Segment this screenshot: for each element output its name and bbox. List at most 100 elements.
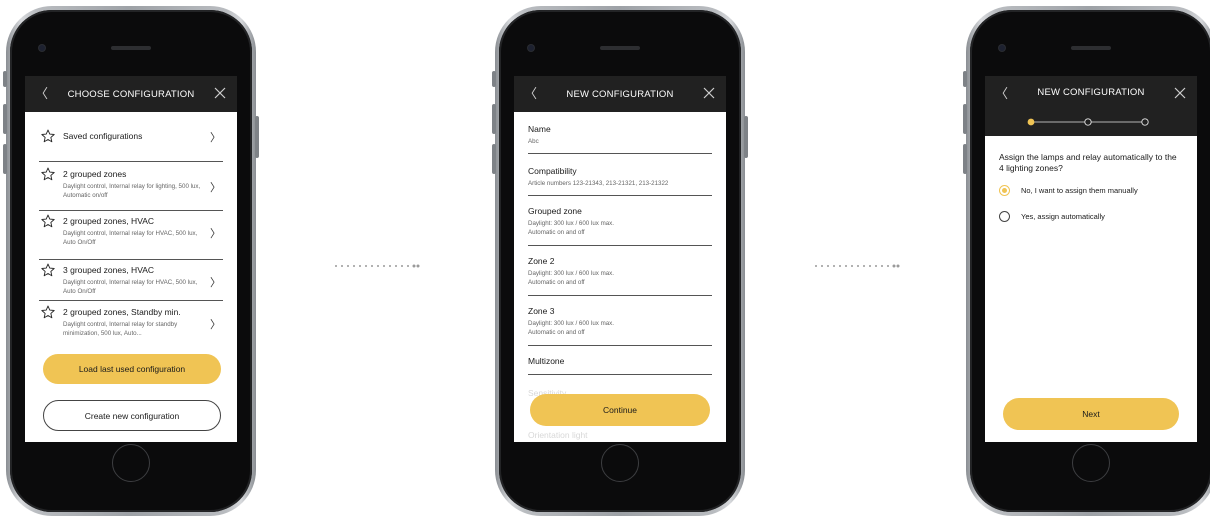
- phone-volume-down: [963, 144, 967, 174]
- page-title: NEW CONFIGURATION: [566, 88, 674, 100]
- front-camera: [39, 45, 45, 51]
- load-last-configuration-button[interactable]: Load last used configuration: [43, 354, 221, 384]
- option-label: No, I want to assign them manually: [1021, 186, 1138, 195]
- create-new-configuration-button[interactable]: Create new configuration: [43, 400, 221, 431]
- back-chevron-icon[interactable]: 〈: [995, 84, 1008, 104]
- scroll-fade: [25, 334, 237, 356]
- field-value: Abc: [528, 138, 539, 145]
- phone-mute-switch: [492, 71, 496, 87]
- flow-connector-2: [815, 264, 900, 268]
- phone-body: 〈 CHOOSE CONFIGURATION Saved configurati…: [10, 10, 252, 512]
- radio-selected-icon: [999, 185, 1010, 196]
- phone-body: 〈 NEW CONFIGURATION Assign the lamps and…: [970, 10, 1210, 512]
- list-item-3-grouped-zones-hvac[interactable]: 3 grouped zones, HVAC Daylight control, …: [39, 260, 223, 301]
- chevron-right-icon: 〉: [210, 277, 221, 289]
- list-item-title: 3 grouped zones, HVAC: [63, 265, 155, 275]
- field-grouped-zone[interactable]: Grouped zone Daylight: 300 lux / 600 lux…: [528, 196, 712, 246]
- field-label: Zone 3: [528, 306, 555, 316]
- step-progress-indicator: [1027, 118, 1149, 126]
- app-header: 〈 NEW CONFIGURATION: [985, 76, 1197, 136]
- step-3-dot: [1141, 118, 1149, 126]
- field-value: Daylight: 300 lux / 600 lux max. Automat…: [528, 320, 614, 336]
- back-chevron-icon[interactable]: 〈: [35, 84, 48, 104]
- step-1-dot: [1027, 118, 1035, 126]
- step-2-dot: [1084, 118, 1092, 126]
- phone-power-button: [744, 116, 748, 158]
- app-header: 〈 NEW CONFIGURATION: [514, 76, 726, 112]
- list-item-description: Daylight control, Internal relay for HVA…: [63, 230, 198, 246]
- page-title: CHOOSE CONFIGURATION: [67, 88, 195, 100]
- field-value: Daylight: 300 lux / 600 lux max. Automat…: [528, 270, 614, 286]
- earpiece-speaker: [1071, 46, 1111, 50]
- phone-volume-up: [3, 104, 7, 134]
- list-item-title: 2 grouped zones, HVAC: [63, 216, 155, 226]
- close-icon[interactable]: [213, 86, 227, 100]
- phone-mute-switch: [963, 71, 967, 87]
- phone-volume-up: [492, 104, 496, 134]
- field-compatibility[interactable]: Compatibility Article numbers 123-21343,…: [528, 154, 712, 196]
- configuration-list: Saved configurations 〉 2 grouped zones D…: [25, 112, 237, 350]
- home-button-icon[interactable]: [601, 444, 639, 482]
- list-item-title: Saved configurations: [63, 131, 143, 141]
- field-zone-2[interactable]: Zone 2 Daylight: 300 lux / 600 lux max. …: [528, 246, 712, 296]
- phone-power-button: [255, 116, 259, 158]
- earpiece-speaker: [111, 46, 151, 50]
- list-item-description: Daylight control, Internal relay for HVA…: [63, 279, 198, 295]
- screen-choose-configuration: 〈 CHOOSE CONFIGURATION Saved configurati…: [25, 76, 237, 442]
- list-item-title: 2 grouped zones, Standby min.: [63, 307, 181, 317]
- field-value: Daylight: 300 lux / 600 lux max. Automat…: [528, 220, 614, 236]
- continue-button[interactable]: Continue: [530, 394, 710, 426]
- field-label: Compatibility: [528, 166, 577, 176]
- option-assign-automatically[interactable]: Yes, assign automatically: [985, 211, 1197, 222]
- chevron-right-icon: 〉: [210, 182, 221, 194]
- radio-unselected-icon: [999, 211, 1010, 222]
- field-value: Article numbers 123-21343, 213-21321, 21…: [528, 180, 669, 187]
- phone-mute-switch: [3, 71, 7, 87]
- faded-field-orientation-light: Orientation light: [528, 430, 588, 440]
- phone-new-configuration: 〈 NEW CONFIGURATION Name Abc Compatibili…: [492, 6, 748, 516]
- close-icon[interactable]: [1173, 86, 1187, 100]
- configuration-fields: Name Abc Compatibility Article numbers 1…: [514, 112, 726, 375]
- list-item-2-grouped-zones-hvac[interactable]: 2 grouped zones, HVAC Daylight control, …: [39, 211, 223, 260]
- chevron-right-icon: 〉: [210, 132, 221, 144]
- phone-body: 〈 NEW CONFIGURATION Name Abc Compatibili…: [499, 10, 741, 512]
- list-item-title: 2 grouped zones: [63, 169, 127, 179]
- list-item-2-grouped-zones[interactable]: 2 grouped zones Daylight control, Intern…: [39, 162, 223, 211]
- field-label: Multizone: [528, 356, 565, 366]
- star-icon: [41, 167, 55, 181]
- star-icon: [41, 129, 55, 143]
- home-button-icon[interactable]: [112, 444, 150, 482]
- field-label: Grouped zone: [528, 206, 582, 216]
- field-label: Zone 2: [528, 256, 555, 266]
- option-assign-manually[interactable]: No, I want to assign them manually: [985, 185, 1197, 196]
- field-multizone[interactable]: Multizone: [528, 346, 712, 375]
- phone-volume-down: [3, 144, 7, 174]
- chevron-right-icon: 〉: [210, 228, 221, 240]
- front-camera: [999, 45, 1005, 51]
- star-icon: [41, 263, 55, 277]
- flow-connector-1: [335, 264, 420, 268]
- assign-question: Assign the lamps and relay automatically…: [999, 152, 1177, 173]
- front-camera: [528, 45, 534, 51]
- field-label: Name: [528, 124, 551, 134]
- option-label: Yes, assign automatically: [1021, 212, 1105, 221]
- phone-choose-configuration: 〈 CHOOSE CONFIGURATION Saved configurati…: [3, 6, 259, 516]
- next-button[interactable]: Next: [1003, 398, 1179, 430]
- field-zone-3[interactable]: Zone 3 Daylight: 300 lux / 600 lux max. …: [528, 296, 712, 346]
- page-title: NEW CONFIGURATION: [1037, 87, 1145, 98]
- field-name[interactable]: Name Abc: [528, 112, 712, 154]
- app-header: 〈 CHOOSE CONFIGURATION: [25, 76, 237, 112]
- back-chevron-icon[interactable]: 〈: [524, 84, 537, 104]
- home-button-icon[interactable]: [1072, 444, 1110, 482]
- star-icon: [41, 305, 55, 319]
- close-icon[interactable]: [702, 86, 716, 100]
- list-item-saved-configurations[interactable]: Saved configurations 〉: [39, 112, 223, 162]
- list-item-description: Daylight control, Internal relay for lig…: [63, 183, 201, 199]
- earpiece-speaker: [600, 46, 640, 50]
- screen-assign-zones: 〈 NEW CONFIGURATION Assign the lamps and…: [985, 76, 1197, 442]
- phone-volume-up: [963, 104, 967, 134]
- chevron-right-icon: 〉: [210, 319, 221, 331]
- phone-volume-down: [492, 144, 496, 174]
- star-icon: [41, 214, 55, 228]
- screen-new-configuration: 〈 NEW CONFIGURATION Name Abc Compatibili…: [514, 76, 726, 442]
